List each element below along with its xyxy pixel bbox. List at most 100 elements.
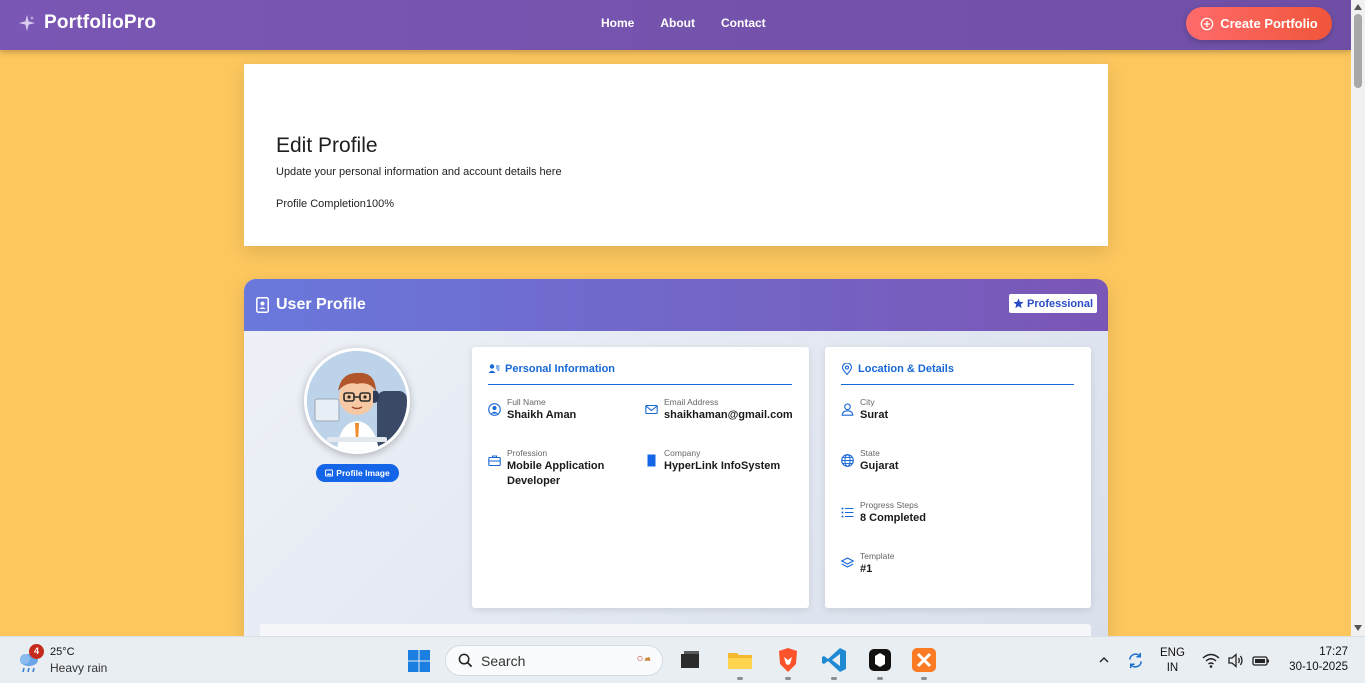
clock-date: 30-10-2025 [1289, 661, 1348, 673]
user-group-icon [488, 364, 500, 373]
running-indicator [921, 677, 927, 680]
nav-link-about[interactable]: About [660, 16, 695, 30]
notification-badge: 4 [29, 643, 44, 659]
search-icon [458, 653, 473, 668]
star-icon [1013, 298, 1024, 309]
battery-icon[interactable] [1252, 652, 1270, 669]
scroll-down-arrow-icon[interactable] [1354, 625, 1362, 631]
file-explorer-icon[interactable] [727, 647, 753, 673]
running-indicator [785, 677, 791, 680]
user-profile-card: User Profile Professional Profile Image … [244, 279, 1108, 639]
full-name-field: Full Name Shaikh Aman [488, 397, 638, 423]
brave-browser-icon[interactable] [775, 647, 801, 673]
location-details-divider [841, 384, 1074, 385]
nav-link-home[interactable]: Home [601, 16, 634, 30]
briefcase-icon [488, 455, 501, 467]
location-details-title: Location & Details [858, 363, 954, 375]
image-icon [325, 469, 334, 477]
city-value: Surat [860, 409, 889, 421]
windows-start-icon[interactable] [407, 649, 431, 673]
plus-circle-icon [1200, 17, 1214, 30]
full-name-label: Full Name [507, 397, 546, 407]
create-portfolio-label: Create Portfolio [1220, 16, 1318, 31]
running-indicator [737, 677, 743, 680]
company-label: Company [664, 448, 701, 458]
user-profile-title: User Profile [276, 296, 366, 313]
profile-completion: Profile Completion100% [276, 198, 395, 210]
system-tray[interactable] [1202, 652, 1270, 669]
scroll-thumb[interactable] [1354, 14, 1362, 88]
profession-field: Profession Mobile Application Developer [488, 448, 638, 489]
brand-name: PortfolioPro [44, 12, 157, 33]
create-portfolio-button[interactable]: Create Portfolio [1186, 7, 1332, 40]
running-indicator [877, 677, 883, 680]
sparkle-icon [18, 14, 36, 32]
template-value: #1 [860, 563, 873, 575]
avatar [304, 348, 410, 454]
template-label: Template [860, 551, 895, 561]
building-icon [647, 454, 656, 467]
page-scrollbar[interactable] [1351, 0, 1365, 636]
windows-taskbar: 4 25°C Heavy rain Search ENG IN 17:27 30… [0, 636, 1365, 683]
xampp-icon[interactable] [911, 647, 937, 673]
nav-link-contact[interactable]: Contact [721, 16, 766, 30]
location-details-card: Location & Details City Surat State Guja… [825, 347, 1091, 608]
professional-badge: Professional [1009, 294, 1097, 313]
user-circle-icon [488, 403, 501, 416]
weather-description: Heavy rain [50, 661, 108, 675]
clock-time: 17:27 [1319, 646, 1348, 658]
terminal-app-icon[interactable] [867, 647, 893, 673]
task-view-icon[interactable] [677, 647, 703, 673]
vs-code-icon[interactable] [821, 647, 847, 673]
map-pin-icon [841, 363, 853, 375]
brand-logo[interactable]: PortfolioPro [18, 12, 156, 34]
page-subtitle: Update your personal information and acc… [276, 166, 562, 178]
volume-icon[interactable] [1227, 652, 1245, 669]
state-field: State Gujarat [841, 448, 899, 474]
edit-profile-header: Edit Profile Update your personal inform… [244, 64, 1108, 246]
personal-information-title: Personal Information [505, 363, 616, 375]
email-field: Email Address shaikhaman@gmail.com [645, 397, 805, 423]
company-value: HyperLink InfoSystem [664, 460, 781, 472]
user-profile-header: User Profile Professional [244, 279, 1108, 331]
state-label: State [860, 448, 880, 458]
progress-steps-field: Progress Steps 8 Completed [841, 500, 926, 526]
progress-steps-label: Progress Steps [860, 500, 919, 510]
running-indicator [831, 677, 837, 680]
profession-label: Profession [507, 448, 548, 458]
template-field: Template #1 [841, 551, 895, 577]
page-title: Edit Profile [276, 134, 378, 157]
rain-cloud-icon: 4 [16, 643, 44, 674]
search-placeholder: Search [481, 652, 526, 669]
personal-information-divider [488, 384, 792, 385]
email-label: Email Address [664, 397, 719, 407]
progress-steps-value: 8 Completed [860, 512, 927, 524]
sync-icon[interactable] [1126, 651, 1145, 670]
weather-widget[interactable]: 4 25°C Heavy rain [16, 643, 108, 676]
wifi-icon[interactable] [1202, 652, 1220, 669]
profile-image-label: Profile Image [336, 468, 390, 478]
full-name-value: Shaikh Aman [507, 409, 577, 421]
region-code: IN [1166, 662, 1179, 674]
id-card-icon [256, 297, 269, 313]
envelope-icon [645, 404, 658, 415]
chevron-up-icon[interactable] [1098, 654, 1110, 666]
layers-icon [841, 557, 854, 568]
search-highlight-icon [637, 655, 651, 662]
profession-value: Mobile Application Developer [507, 460, 605, 487]
system-clock[interactable]: 17:27 30-10-2025 [1280, 645, 1348, 675]
language-code: ENG [1160, 647, 1185, 659]
personal-information-heading: Personal Information [488, 363, 615, 375]
company-field: Company HyperLink InfoSystem [645, 448, 805, 474]
globe-icon [841, 454, 854, 467]
scroll-up-arrow-icon[interactable] [1354, 4, 1362, 10]
nav-links: Home About Contact [601, 16, 766, 30]
language-indicator[interactable]: ENG IN [1160, 646, 1185, 676]
taskbar-search[interactable]: Search [445, 645, 663, 676]
list-icon [841, 507, 854, 518]
personal-information-card: Personal Information Full Name Shaikh Am… [472, 347, 809, 608]
email-value: shaikhaman@gmail.com [664, 409, 793, 421]
profile-image-button[interactable]: Profile Image [316, 464, 399, 482]
professional-badge-label: Professional [1026, 297, 1094, 310]
top-navbar: PortfolioPro Home About Contact Create P… [0, 0, 1351, 50]
